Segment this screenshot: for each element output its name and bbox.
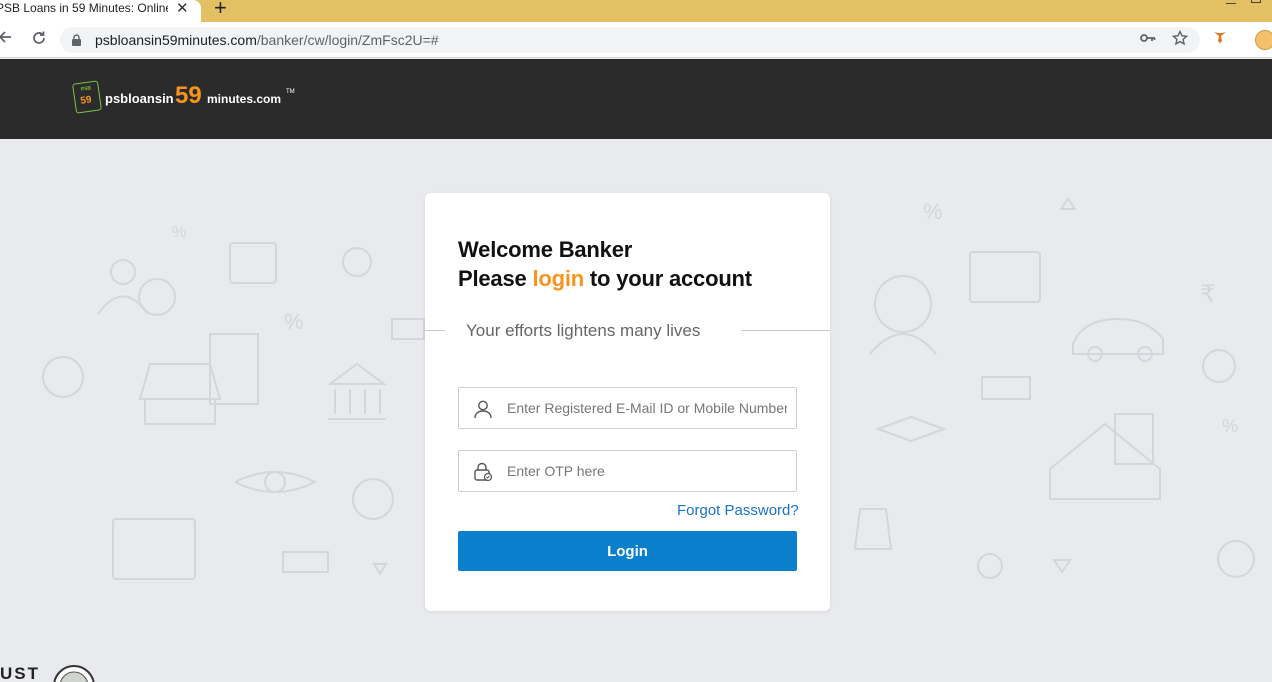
logo-text-part2: 59	[175, 82, 202, 109]
money-bag-deco-icon	[352, 478, 394, 520]
lock-icon	[72, 33, 81, 46]
logo-text-part3: minutes.com	[207, 92, 282, 106]
star-icon[interactable]	[1171, 29, 1189, 49]
email-field[interactable]	[458, 387, 797, 429]
browser-toolbar: psbloansin59minutes.com/banker/cw/login/…	[0, 22, 1272, 58]
graduation-cap-deco-icon	[875, 415, 947, 443]
tab-close-icon[interactable]: ✕	[176, 0, 189, 18]
otp-input[interactable]	[507, 461, 787, 481]
logo-text-part1: psbloansin	[105, 91, 174, 106]
monitor-deco-icon	[969, 251, 1041, 303]
triangle-deco-icon-3	[1059, 197, 1077, 210]
reload-icon[interactable]	[31, 30, 47, 50]
login-subheading: Please login to your account	[458, 266, 752, 291]
address-bar[interactable]: psbloansin59minutes.com/banker/cw/login/…	[60, 27, 1200, 53]
house-deco-icon	[1049, 422, 1161, 500]
shop-deco-icon	[138, 363, 222, 425]
browser-tab[interactable]: PSB Loans in 59 Minutes: Online ✕	[0, 0, 201, 22]
rupee-coin-deco-icon-2	[1202, 349, 1236, 383]
card-deco-icon	[229, 242, 277, 284]
coin-stack-deco-icon	[42, 356, 84, 398]
otp-lock-icon	[473, 462, 493, 482]
key-icon[interactable]	[1140, 31, 1156, 48]
logo-badge-number: 59	[79, 94, 93, 107]
people-deco-icon	[869, 333, 937, 355]
maximize-icon[interactable]	[1251, 0, 1261, 3]
wings-deco-icon	[234, 471, 318, 493]
person-deco-icon	[110, 259, 136, 285]
percent-deco-icon-4: %	[1222, 416, 1238, 436]
cash-deco-icon-2	[282, 551, 329, 573]
percent-deco-icon-2: %	[284, 309, 304, 334]
url-text: psbloansin59minutes.com/banker/cw/login/…	[95, 32, 439, 48]
trust-badge: UST	[0, 664, 40, 682]
new-tab-button[interactable]: +	[214, 0, 227, 19]
cash-deco-icon-3	[981, 376, 1031, 400]
percent-deco-icon-3: %	[923, 199, 943, 224]
shopping-bag-deco-icon	[853, 508, 893, 550]
forgot-password-link[interactable]: Forgot Password?	[677, 502, 799, 519]
tab-title: PSB Loans in 59 Minutes: Online	[0, 1, 168, 15]
otp-field[interactable]	[458, 450, 797, 492]
coin-deco-icon-2	[977, 553, 1003, 579]
login-card: Welcome Banker Please login to your acco…	[425, 193, 830, 611]
bank-deco-icon	[326, 362, 388, 420]
money-bag-deco-icon-2	[1217, 540, 1255, 578]
tagline-divider-right	[741, 330, 830, 331]
site-header: PSB 59 psbloansin 59 minutes.com TM	[0, 59, 1272, 139]
browser-tab-strip: PSB Loans in 59 Minutes: Online ✕ +	[0, 0, 1272, 22]
extension-icon[interactable]	[1213, 30, 1227, 47]
triangle-deco-icon-2	[1052, 559, 1072, 574]
rupee-deco-icon	[874, 275, 932, 333]
tagline-divider-left	[425, 330, 445, 331]
trust-seal-icon	[53, 665, 95, 682]
profile-icon[interactable]	[1255, 30, 1272, 50]
user-icon	[473, 399, 493, 419]
rupee-coin-deco-icon	[138, 278, 176, 316]
minimize-icon[interactable]	[1226, 0, 1236, 4]
back-icon[interactable]	[0, 30, 12, 48]
email-input[interactable]	[507, 398, 787, 418]
trust-badge-text: UST	[0, 664, 40, 682]
welcome-heading: Welcome Banker	[458, 237, 633, 262]
tagline: Your efforts lightens many lives	[466, 321, 701, 340]
login-button[interactable]: Login	[458, 531, 797, 571]
logo-trademark: TM	[286, 89, 295, 95]
coin-deco-icon	[342, 247, 372, 277]
document-deco-icon	[209, 333, 259, 405]
screen-deco-icon	[112, 518, 196, 580]
percent-deco-icon: %	[172, 224, 186, 241]
logo-badge-psb: PSB	[80, 85, 92, 93]
logo-badge: PSB 59	[72, 80, 102, 114]
cash-deco-icon	[391, 318, 425, 340]
login-highlight: login	[532, 266, 584, 291]
rupee-deco-text: ₹	[1200, 281, 1215, 308]
triangle-deco-icon	[372, 563, 388, 576]
document-deco-icon-2	[1114, 413, 1154, 465]
